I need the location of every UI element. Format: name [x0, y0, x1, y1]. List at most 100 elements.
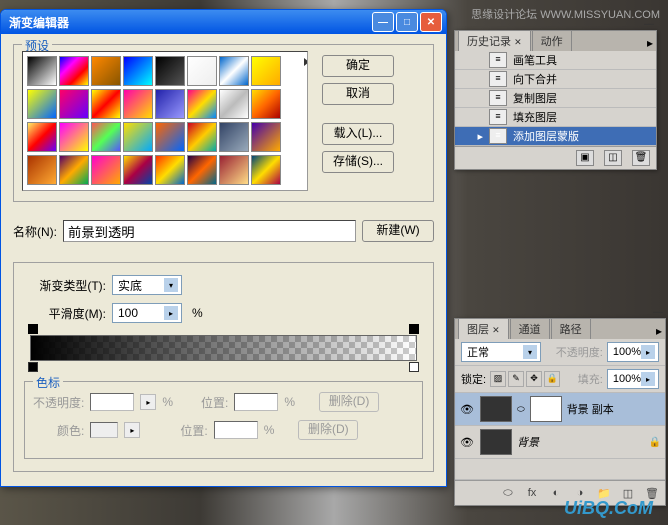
preset-menu-icon[interactable]: [304, 58, 308, 66]
preset-swatch[interactable]: [27, 56, 57, 86]
panel-collapse-icon[interactable]: —: [653, 307, 663, 318]
gradient-type-select[interactable]: 实底 ▾: [112, 275, 182, 295]
tab-history[interactable]: 历史记录 ✕: [458, 30, 531, 51]
delete-opacity-stop-button[interactable]: 删除(D): [319, 392, 379, 412]
preset-swatch[interactable]: [155, 56, 185, 86]
visibility-eye-icon[interactable]: 👁: [459, 434, 475, 450]
tab-channels[interactable]: 通道: [510, 318, 550, 339]
panel-collapse-icon[interactable]: —: [644, 19, 654, 30]
mask-thumbnail[interactable]: [530, 396, 562, 422]
maximize-button[interactable]: □: [396, 12, 418, 32]
color-stop-left[interactable]: [28, 362, 38, 374]
load-button[interactable]: 载入(L)...: [322, 123, 394, 145]
preset-swatch[interactable]: [59, 122, 89, 152]
visibility-eye-icon[interactable]: 👁: [459, 401, 475, 417]
preset-swatch[interactable]: [59, 89, 89, 119]
stop-position-input[interactable]: [234, 393, 278, 411]
preset-swatch[interactable]: [123, 155, 153, 185]
preset-swatch-grid[interactable]: [22, 51, 308, 191]
layer-mask-icon[interactable]: ◐: [547, 485, 565, 501]
preset-swatch[interactable]: [251, 122, 281, 152]
color-position-input[interactable]: [214, 421, 258, 439]
chevron-right-icon[interactable]: ▸: [164, 306, 178, 320]
preset-swatch[interactable]: [91, 155, 121, 185]
tab-layers[interactable]: 图层 ✕: [458, 318, 509, 339]
lock-move-icon[interactable]: ✥: [526, 371, 542, 387]
preset-swatch[interactable]: [91, 89, 121, 119]
link-layers-icon[interactable]: ⬭: [499, 485, 517, 501]
preset-swatch[interactable]: [155, 89, 185, 119]
close-button[interactable]: ✕: [420, 12, 442, 32]
preset-swatch[interactable]: [91, 122, 121, 152]
chevron-right-icon[interactable]: ▸: [140, 394, 156, 410]
history-item[interactable]: ≡向下合并: [455, 70, 656, 89]
minimize-button[interactable]: —: [372, 12, 394, 32]
delete-color-stop-button[interactable]: 删除(D): [298, 420, 358, 440]
fill-input[interactable]: 100% ▸: [607, 369, 659, 389]
preset-swatch[interactable]: [251, 155, 281, 185]
blend-mode-select[interactable]: 正常 ▾: [461, 342, 541, 362]
history-item[interactable]: ≡填充图层: [455, 108, 656, 127]
lock-all-icon[interactable]: 🔒: [544, 371, 560, 387]
cancel-button[interactable]: 取消: [322, 83, 394, 105]
preset-swatch[interactable]: [123, 122, 153, 152]
layer-style-icon[interactable]: fx: [523, 485, 541, 501]
create-snapshot-icon[interactable]: ▣: [576, 150, 594, 166]
preset-swatch[interactable]: [59, 155, 89, 185]
preset-swatch[interactable]: [251, 89, 281, 119]
preset-swatch[interactable]: [91, 56, 121, 86]
stop-color-swatch[interactable]: [90, 422, 118, 438]
preset-swatch[interactable]: [187, 56, 217, 86]
save-button[interactable]: 存储(S)...: [322, 151, 394, 173]
new-document-icon[interactable]: ◫: [604, 150, 622, 166]
new-button[interactable]: 新建(W): [362, 220, 434, 242]
tab-paths[interactable]: 路径: [551, 318, 591, 339]
preset-swatch[interactable]: [251, 56, 281, 86]
name-input[interactable]: [63, 220, 356, 242]
lock-paint-icon[interactable]: ✎: [508, 371, 524, 387]
lock-transparent-icon[interactable]: ▨: [490, 371, 506, 387]
panel-menu-icon[interactable]: ▸: [647, 36, 653, 50]
panel-menu-icon[interactable]: ▸: [656, 324, 662, 338]
gradient-preview-bar[interactable]: [30, 335, 417, 361]
color-stop-right[interactable]: [409, 362, 419, 374]
layer-name[interactable]: 背景: [517, 434, 539, 450]
opacity-stop-left[interactable]: [28, 324, 38, 334]
preset-swatch[interactable]: [219, 89, 249, 119]
trash-icon[interactable]: 🗑: [632, 150, 650, 166]
history-item[interactable]: ▸≡添加图层蒙版: [455, 127, 656, 146]
layer-item[interactable]: 👁 ⬭ 背景 副本: [455, 393, 665, 426]
preset-swatch[interactable]: [27, 122, 57, 152]
titlebar[interactable]: 渐变编辑器 — □ ✕: [1, 10, 446, 34]
stop-opacity-input[interactable]: [90, 393, 134, 411]
preset-swatch[interactable]: [123, 56, 153, 86]
layer-item[interactable]: 👁背景🔒: [455, 426, 665, 459]
chevron-right-icon[interactable]: ▸: [124, 422, 140, 438]
preset-swatch[interactable]: [187, 122, 217, 152]
smoothness-input[interactable]: 100 ▸: [112, 303, 182, 323]
preset-swatch[interactable]: [187, 89, 217, 119]
tab-actions[interactable]: 动作: [532, 30, 572, 51]
chevron-right-icon[interactable]: ▸: [641, 345, 655, 359]
preset-swatch[interactable]: [219, 122, 249, 152]
preset-swatch[interactable]: [27, 155, 57, 185]
chevron-down-icon[interactable]: ▾: [523, 345, 537, 359]
history-item[interactable]: ≡画笔工具: [455, 51, 656, 70]
preset-swatch[interactable]: [187, 155, 217, 185]
preset-swatch[interactable]: [219, 155, 249, 185]
preset-swatch[interactable]: [59, 56, 89, 86]
layer-opacity-input[interactable]: 100% ▸: [607, 342, 659, 362]
preset-swatch[interactable]: [219, 56, 249, 86]
chevron-right-icon[interactable]: ▸: [641, 372, 655, 386]
ok-button[interactable]: 确定: [322, 55, 394, 77]
layer-thumbnail[interactable]: [480, 429, 512, 455]
opacity-stop-right[interactable]: [409, 324, 419, 334]
link-icon[interactable]: ⬭: [517, 404, 525, 415]
preset-swatch[interactable]: [123, 89, 153, 119]
preset-swatch[interactable]: [155, 122, 185, 152]
history-item[interactable]: ≡复制图层: [455, 89, 656, 108]
preset-swatch[interactable]: [27, 89, 57, 119]
chevron-down-icon[interactable]: ▾: [164, 278, 178, 292]
layer-thumbnail[interactable]: [480, 396, 512, 422]
layer-name[interactable]: 背景 副本: [567, 401, 614, 417]
